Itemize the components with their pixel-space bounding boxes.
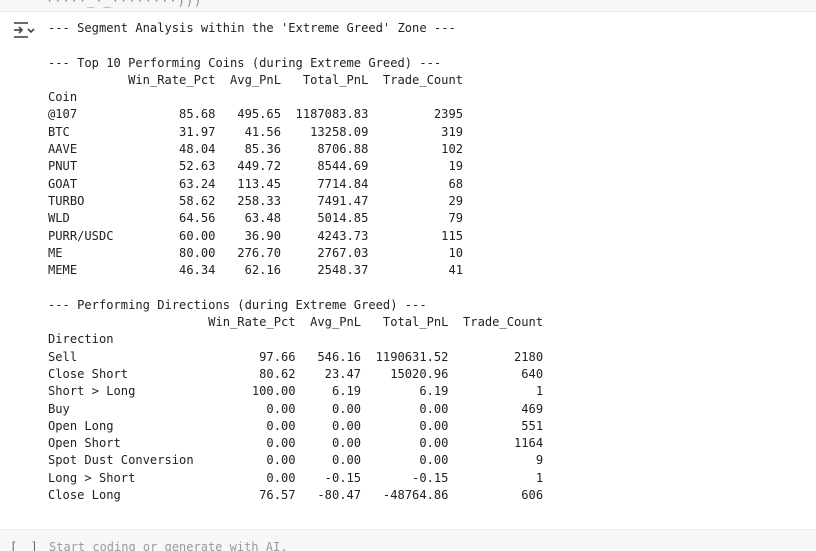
coins-table-row: WLD 64.56 63.48 5014.85 79: [48, 211, 464, 226]
directions-section-title: --- Performing Directions (during Extrem…: [48, 297, 427, 312]
output-toggle-icon: [14, 22, 35, 38]
directions-table-row: Long > Short 0.00 -0.15 -0.15 1: [48, 470, 544, 485]
directions-table-row: Close Long 76.57 -80.47 -48764.86 606: [48, 488, 544, 503]
coins-table-row: @107 85.68 495.65 1187083.83 2395: [48, 107, 464, 122]
directions-table-row: Buy 0.00 0.00 0.00 469: [48, 401, 544, 416]
coins-table-row: ME 80.00 276.70 2767.03 10: [48, 245, 464, 260]
coins-table-row: BTC 31.97 41.56 13258.09 319: [48, 124, 464, 139]
output-actions-button[interactable]: [12, 20, 36, 40]
coins-table-row: GOAT 63.24 113.45 7714.84 68: [48, 176, 464, 191]
directions-table-header-row: Win_Rate_Pct Avg_PnL Total_PnL Trade_Cou…: [48, 315, 544, 330]
coins-table-row: TURBO 58.62 258.33 7491.47 29: [48, 193, 464, 208]
empty-code-cell[interactable]: [ ] Start coding or generate with AI.: [0, 529, 816, 551]
coins-table-row: PNUT 52.63 449.72 8544.69 19: [48, 159, 464, 174]
coins-table-index-label: Coin: [48, 90, 114, 105]
directions-table-row: Short > Long 100.00 6.19 6.19 1: [48, 384, 544, 399]
coins-section-title: --- Top 10 Performing Coins (during Extr…: [48, 55, 442, 70]
cell-output: --- Segment Analysis within the 'Extreme…: [48, 20, 788, 504]
directions-table-row: Open Short 0.00 0.00 0.00 1164: [48, 436, 544, 451]
coins-table-row: MEME 46.34 62.16 2548.37 41: [48, 263, 464, 278]
coins-table-header-row: Win_Rate_Pct Avg_PnL Total_PnL Trade_Cou…: [48, 72, 464, 87]
directions-table-index-label: Direction: [48, 332, 194, 347]
directions-table-row: Sell 97.66 546.16 1190631.52 2180: [48, 349, 544, 364]
blank-line: [48, 37, 788, 54]
directions-table-row: Close Short 80.62 23.47 15020.96 640: [48, 366, 544, 381]
directions-table-row: Open Long 0.00 0.00 0.00 551: [48, 418, 544, 433]
output-header: --- Segment Analysis within the 'Extreme…: [48, 21, 456, 35]
coins-table-row: PURR/USDC 60.00 36.90 4243.73 115: [48, 228, 464, 243]
directions-table: Win_Rate_Pct Avg_PnL Total_PnL Trade_Cou…: [48, 314, 788, 504]
blank-line: [48, 279, 788, 296]
previous-cell-code: ·····_·_········))): [46, 0, 203, 8]
coins-table-row: AAVE 48.04 85.36 8706.88 102: [48, 142, 464, 157]
previous-code-cell[interactable]: ·····_·_········))): [0, 0, 816, 12]
directions-table-row: Spot Dust Conversion 0.00 0.00 0.00 9: [48, 453, 544, 468]
run-cell-button[interactable]: [ ]: [10, 540, 41, 551]
cell-placeholder[interactable]: Start coding or generate with AI.: [49, 540, 287, 551]
coins-table: Win_Rate_Pct Avg_PnL Total_PnL Trade_Cou…: [48, 72, 788, 280]
